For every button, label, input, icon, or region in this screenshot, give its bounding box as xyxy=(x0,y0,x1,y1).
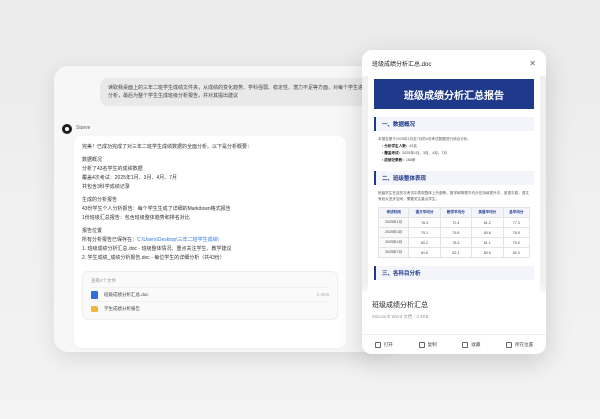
table-header: 考试时间 xyxy=(377,207,410,218)
location-button[interactable]: 所在位置 xyxy=(506,341,534,348)
folder-icon xyxy=(91,305,98,312)
doc-paragraph: 本报告基于2025年1月至7月的4次考试数据进行综合分析。 xyxy=(378,137,472,141)
table-cell: 78.5 xyxy=(502,227,530,238)
table-row: 2025年1月 78.3 72.4 81.2 77.3 xyxy=(377,217,530,228)
file-row[interactable]: 班级成绩分析汇总.doc 2.4KB xyxy=(91,287,329,301)
bullet-key: 成绩记录数： xyxy=(384,158,406,162)
table-cell: 2025年7月 xyxy=(377,247,410,258)
preview-actions: 打开 复制 收藏 所在位置 xyxy=(362,334,546,354)
table-cell: 82.4 xyxy=(502,247,530,258)
file-preview-panel: 班级成绩分析汇总.doc ✕ 班级成绩分析汇总报告 一、数据概况 本报告基于20… xyxy=(362,50,546,354)
section-location: 报告位置 所有分析报告已保存在：C:\Users\Desktop\三年二班学生成… xyxy=(82,227,338,263)
table-cell: 79.1 xyxy=(408,227,441,238)
location-path-link[interactable]: C:\Users\Desktop\三年二班学生成绩\ xyxy=(137,237,219,243)
bullet-value: 43名 xyxy=(409,144,418,148)
favorite-label: 收藏 xyxy=(471,341,481,347)
table-row: 2025年4月 80.2 78.3 81.1 79.9 xyxy=(377,237,530,248)
table-cell: 82.1 xyxy=(439,247,473,258)
files-title[interactable]: 查看4个文件 xyxy=(91,276,329,285)
table-header: 英语平均分 xyxy=(471,207,504,218)
table-row: 2025年7月 81.5 82.1 83.5 82.4 xyxy=(377,247,530,258)
section-line: 共包含3科学成绩记录 xyxy=(82,184,130,190)
location-prefix: 所有分析报告已保存在： xyxy=(82,237,138,243)
folder-location-icon xyxy=(506,341,513,348)
table-header-row: 考试时间 语文平均分 数学平均分 英语平均分 总平均分 xyxy=(377,207,530,218)
section-title: 生成的分析报告 xyxy=(82,197,118,203)
copy-icon xyxy=(418,341,425,348)
location-label: 所在位置 xyxy=(515,341,534,347)
section-reports: 生成的分析报告 43份学生个人分析报告：每个学生生成了详细的Markdown格式… xyxy=(82,196,338,223)
bot-intro: 完美！已成功完成了对三年二班学生成绩数据的全面分析。以下是分析概要： xyxy=(82,144,253,150)
table-cell: 78.3 xyxy=(439,237,473,248)
bullet-value: 168条 xyxy=(405,158,416,162)
file-title: 班级成绩分析汇总 xyxy=(372,302,428,309)
table-cell: 79.9 xyxy=(502,237,530,248)
doc-section-heading: 一、数据概况 xyxy=(374,117,534,131)
file-name: 班级成绩分析汇总.doc xyxy=(104,292,149,297)
table-cell: 80.2 xyxy=(408,237,441,248)
word-file-icon xyxy=(91,290,98,299)
table-cell: 75.8 xyxy=(439,227,473,238)
scores-table: 考试时间 语文平均分 数学平均分 英语平均分 总平均分 2025年1月 78.3… xyxy=(377,207,530,258)
doc-bullet: • 覆盖考试：2025年1月、3月、4月、7月 xyxy=(382,151,447,155)
table-cell: 81.1 xyxy=(471,237,504,248)
section-title: 报告位置 xyxy=(82,228,103,234)
location-item: 2. 学生成绩_成绩分析报告.doc - 每位学生的详细分析（共43份） xyxy=(82,255,225,261)
file-name: 学生成绩分析报告 xyxy=(104,306,140,311)
table-cell: 81.2 xyxy=(471,217,504,228)
table-cell: 83.5 xyxy=(471,247,504,258)
table-cell: 2025年3月 xyxy=(377,227,410,238)
location-line: 所有分析报告已保存在：C:\Users\Desktop\三年二班学生成绩\ xyxy=(82,236,338,245)
favorite-button[interactable]: 收藏 xyxy=(462,341,481,348)
table-cell: 78.3 xyxy=(408,217,441,228)
table-cell: 81.5 xyxy=(408,247,441,258)
open-button[interactable]: 打开 xyxy=(374,341,393,348)
table-header: 数学平均分 xyxy=(439,207,473,218)
section-title: 数据概况 xyxy=(82,157,103,163)
bullet-key: 覆盖考试： xyxy=(384,151,403,155)
doc-bullet: • 分析学生人数：43名 xyxy=(382,144,418,148)
section-line: 分析了43名学生的成绩数据 xyxy=(82,166,143,172)
section-data-overview: 数据概况 分析了43名学生的成绩数据 覆盖4次考试：2025年1月、3月、4月、… xyxy=(82,156,338,192)
doc-bullet: • 成绩记录数：168条 xyxy=(382,158,416,162)
files-block: 查看4个文件 班级成绩分析汇总.doc 2.4KB 学生成绩分析报告 xyxy=(82,271,338,320)
table-cell: 2025年4月 xyxy=(377,237,410,248)
section-line: 43份学生个人分析报告：每个学生生成了详细的Markdown格式报告 xyxy=(82,206,231,212)
preview-header: 班级成绩分析汇总.doc ✕ xyxy=(362,50,546,76)
location-item: 1. 班级成绩分析汇总.doc - 班级整体情况、重点关注学生、教学建议 xyxy=(82,246,232,252)
bullet-key: 分析学生人数： xyxy=(384,144,410,148)
bot-response: 完美！已成功完成了对三年二班学生成绩数据的全面分析。以下是分析概要： 数据概况 … xyxy=(74,136,346,348)
file-meta: Microsoft Word 文档 · 2.4KB xyxy=(372,314,429,319)
close-icon[interactable]: ✕ xyxy=(529,59,536,68)
doc-paragraph: 班级学生在这些次考试中表现整体上升趋势，数学和物理平均分在持续提升中，英语平稳，… xyxy=(378,191,529,201)
preview-title: 班级成绩分析汇总.doc xyxy=(372,61,432,68)
section-line: 覆盖4次考试：2025年1月、3月、4月、7月 xyxy=(82,175,178,181)
bot-avatar xyxy=(62,124,72,134)
doc-section-heading: 二、班级整体表现 xyxy=(374,171,534,185)
chat-window: 读取我桌面上的三年二班学生成绩文件夹，从成绩的变化趋势、学科强弱、稳定性、潜力不… xyxy=(54,66,384,352)
file-size: 2.4KB xyxy=(316,292,329,297)
bullet-value: 2025年1月、3月、4月、7月 xyxy=(402,151,447,155)
doc-section-heading: 三、各科目分析 xyxy=(374,266,534,280)
table-cell: 2025年1月 xyxy=(377,217,410,228)
table-cell: 80.6 xyxy=(471,227,504,238)
file-info: 班级成绩分析汇总 Microsoft Word 文档 · 2.4KB xyxy=(362,292,546,334)
table-cell: 77.3 xyxy=(502,217,530,228)
star-icon xyxy=(462,341,469,348)
user-message: 读取我桌面上的三年二班学生成绩文件夹，从成绩的变化趋势、学科强弱、稳定性、潜力不… xyxy=(100,78,380,106)
section-line: 1份班级汇总报告：包含班级整体趋势和排名对比 xyxy=(82,215,190,221)
table-cell: 72.4 xyxy=(439,217,473,228)
table-header: 语文平均分 xyxy=(408,207,441,218)
file-row[interactable]: 学生成绩分析报告 xyxy=(91,301,329,315)
copy-label: 复制 xyxy=(427,341,437,347)
doc-banner-title: 班级成绩分析汇总报告 xyxy=(374,79,534,109)
bot-name: Starve xyxy=(76,125,91,131)
table-row: 2025年3月 79.1 75.8 80.6 78.5 xyxy=(377,227,530,238)
open-icon xyxy=(374,341,381,348)
table-header: 总平均分 xyxy=(502,207,530,218)
copy-button[interactable]: 复制 xyxy=(418,341,437,348)
open-label: 打开 xyxy=(383,341,393,347)
